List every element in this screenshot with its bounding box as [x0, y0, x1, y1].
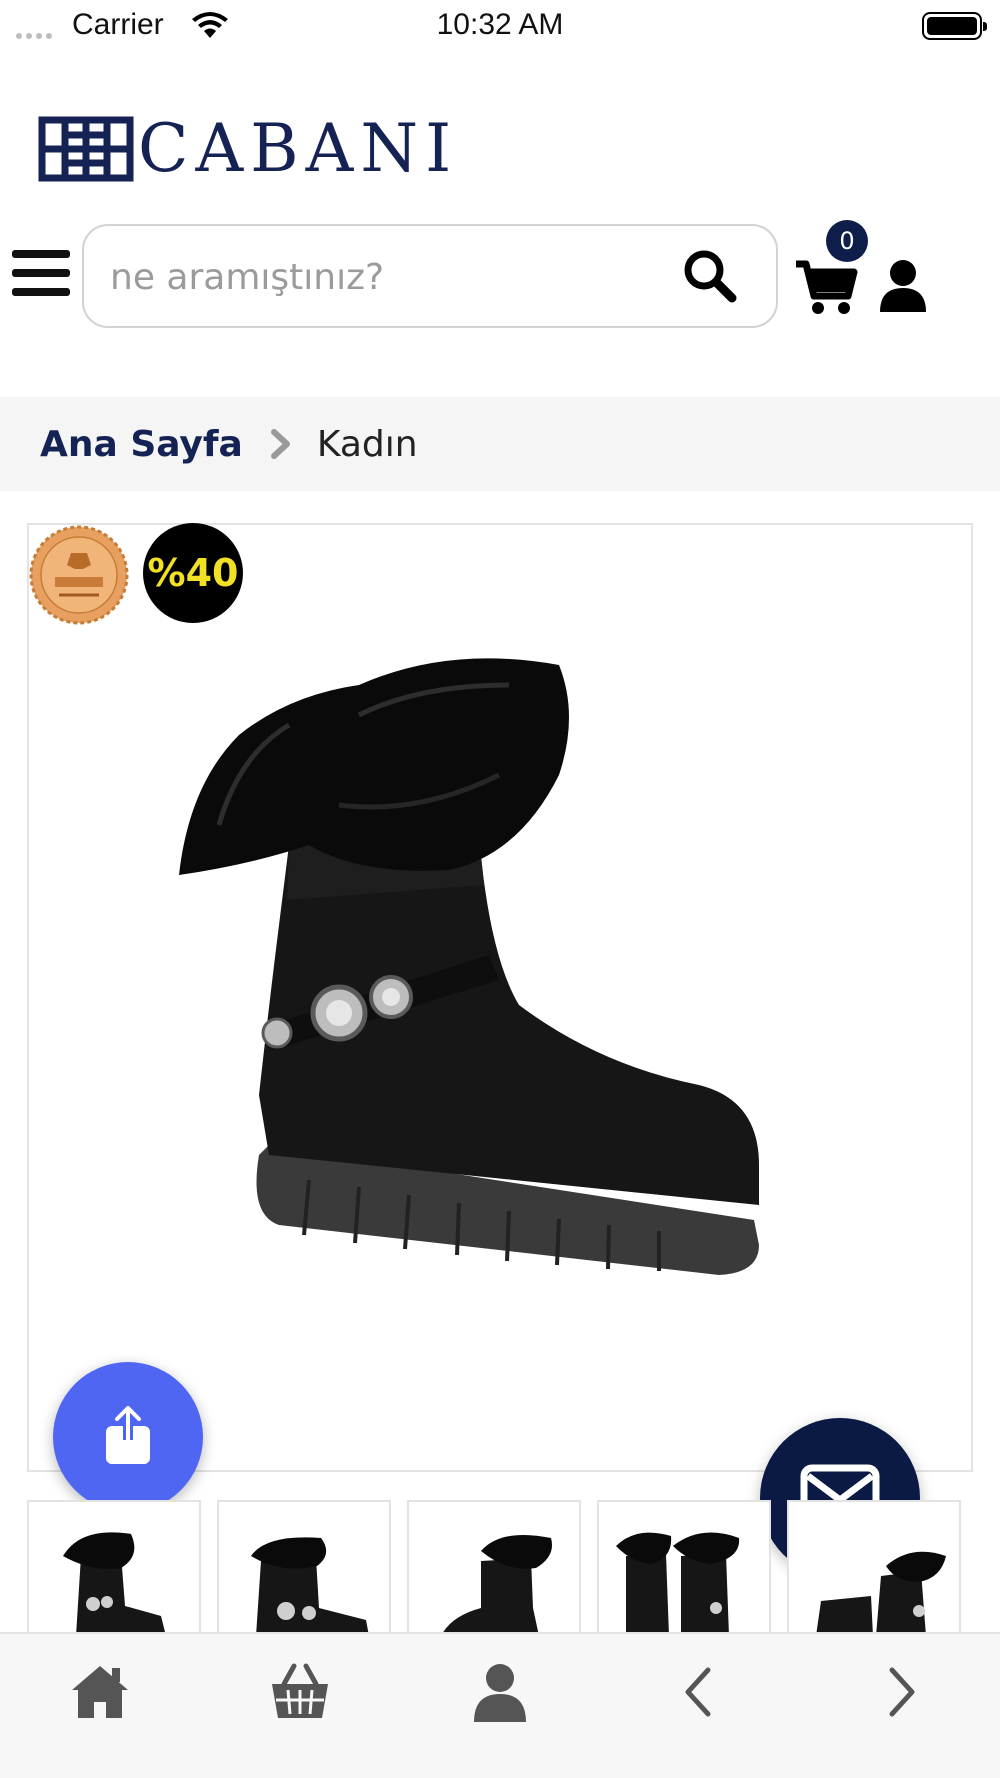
discount-badge: %40	[143, 523, 243, 623]
forward-icon[interactable]	[868, 1660, 932, 1724]
thumbnail-5[interactable]	[787, 1500, 961, 1632]
thumbnail-3[interactable]	[407, 1500, 581, 1632]
boot-thumbnail-image	[816, 1551, 946, 1632]
thumbnail-1[interactable]	[27, 1500, 201, 1632]
user-icon[interactable]	[878, 258, 928, 314]
status-bar: Carrier 10:32 AM	[0, 0, 1000, 52]
product-image-frame[interactable]: %40	[27, 523, 973, 1472]
leather-badge-icon	[29, 525, 129, 625]
boot-image	[179, 658, 759, 1275]
thumbnail-strip	[27, 1500, 1000, 1632]
boot-thumbnail-image	[251, 1537, 369, 1632]
cart-count-badge: 0	[826, 220, 868, 262]
search-bar	[82, 224, 778, 328]
cart-icon[interactable]	[794, 258, 858, 316]
menu-icon-bar	[12, 288, 70, 296]
thumbnail-2[interactable]	[217, 1500, 391, 1632]
boot-thumbnail-image	[63, 1532, 165, 1632]
search-input[interactable]	[110, 254, 670, 300]
boot-thumbnail-image	[443, 1534, 552, 1632]
share-icon	[106, 1406, 150, 1464]
brand-logo[interactable]: CABANI	[38, 116, 458, 182]
logo-mark-icon	[38, 116, 134, 182]
brand-name: CABANI	[138, 110, 459, 187]
basket-icon[interactable]	[268, 1660, 332, 1724]
share-button[interactable]	[53, 1362, 203, 1512]
breadcrumb: Ana Sayfa Kadın	[0, 397, 1000, 491]
search-icon[interactable]	[680, 246, 738, 304]
thumbnail-4[interactable]	[597, 1500, 771, 1632]
breadcrumb-current: Kadın	[316, 423, 418, 465]
bottom-navigation	[0, 1632, 1000, 1778]
breadcrumb-home-link[interactable]: Ana Sayfa	[40, 424, 243, 465]
home-icon[interactable]	[68, 1660, 132, 1724]
boot-thumbnail-image	[616, 1532, 740, 1632]
profile-icon[interactable]	[468, 1660, 532, 1724]
menu-button[interactable]	[12, 250, 70, 298]
chevron-right-icon	[270, 429, 290, 459]
battery-icon	[922, 12, 987, 40]
back-icon[interactable]	[668, 1660, 732, 1724]
menu-icon-bar	[12, 250, 70, 258]
menu-icon-bar	[12, 269, 70, 277]
clock: 10:32 AM	[436, 8, 564, 41]
